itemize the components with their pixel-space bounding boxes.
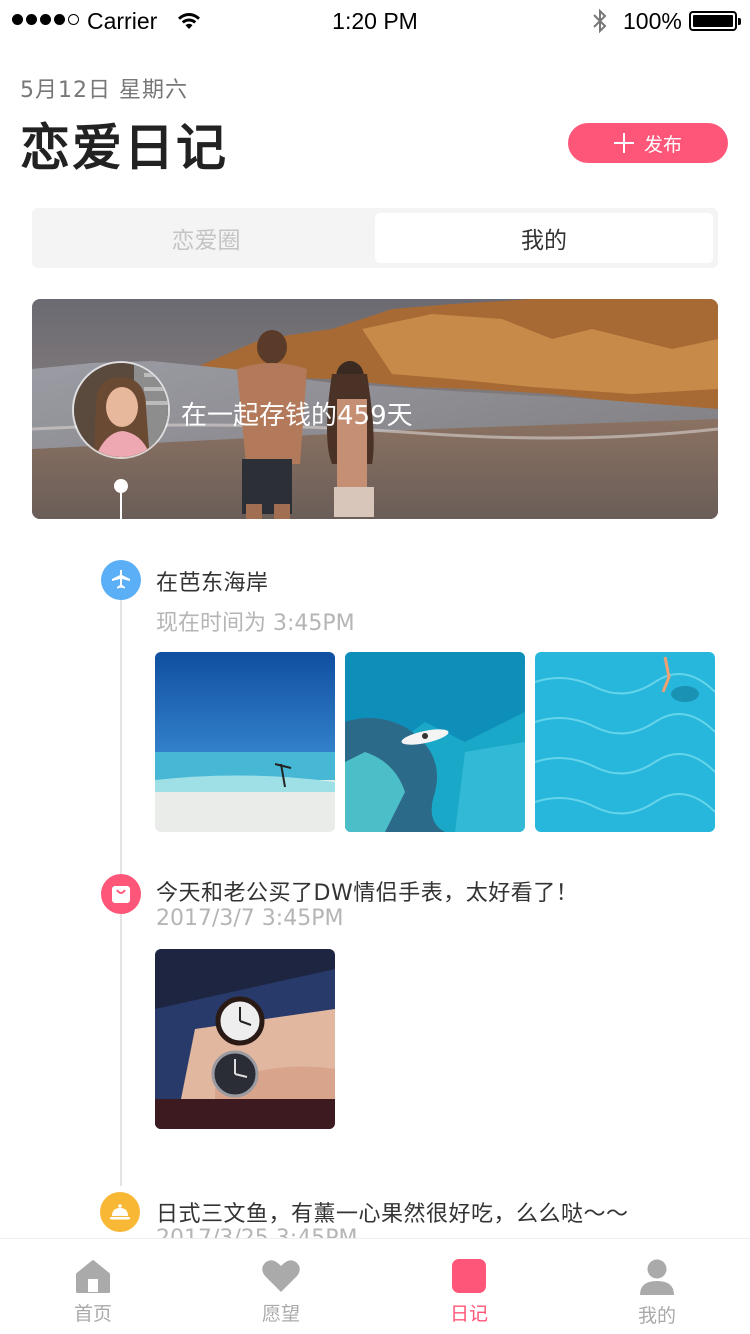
publish-button-label: 发布 <box>643 133 682 156</box>
tab-mine[interactable]: 我的 <box>587 1239 727 1334</box>
plus-icon <box>613 133 634 153</box>
entry-title[interactable]: 日式三文鱼，有薰一心果然很好吃，么么哒～～ <box>156 1196 629 1228</box>
heart-icon <box>262 1260 300 1292</box>
tab-home-label: 首页 <box>73 1303 112 1325</box>
airplane-icon <box>101 560 141 600</box>
user-icon <box>640 1259 674 1295</box>
tab-wish[interactable]: 愿望 <box>211 1239 351 1334</box>
pool-swimmer-photo[interactable] <box>535 652 715 832</box>
tab-wish-label: 愿望 <box>261 1303 300 1325</box>
tab-bar: 首页 愿望 日记 我的 <box>0 1238 750 1334</box>
watches-photo[interactable] <box>155 949 335 1129</box>
kayak-aerial-photo[interactable] <box>345 652 525 832</box>
entry-time: 2017/3/25 3:45PM <box>156 1226 357 1238</box>
tab-diary[interactable]: 日记 <box>399 1239 539 1334</box>
status-bar: Carrier 1:20 PM 100% <box>0 0 750 44</box>
tab-mine[interactable]: 我的 <box>375 213 713 263</box>
battery-icon <box>689 11 741 31</box>
beach-photo[interactable] <box>155 652 335 832</box>
date-label: 5月12日 星期六 <box>20 78 188 103</box>
tab-home[interactable]: 首页 <box>23 1239 163 1334</box>
avatar-photo <box>74 363 168 457</box>
together-days-text: 在一起存钱的459天 <box>181 401 413 431</box>
entry-title[interactable]: 今天和老公买了DW情侣手表，太好看了！ <box>156 875 578 907</box>
diary-icon <box>452 1259 486 1293</box>
segmented-control: 恋爱圈 我的 <box>32 208 718 268</box>
bluetooth-icon <box>593 8 607 34</box>
timeline-start-line <box>120 493 122 519</box>
entry-time: 现在时间为 3:45PM <box>156 611 355 636</box>
cover-banner[interactable]: 在一起存钱的459天 <box>32 299 718 519</box>
tab-diary-label: 日记 <box>449 1303 488 1325</box>
timeline-start-dot <box>114 479 128 493</box>
shopping-bag-icon <box>101 874 141 914</box>
entry-title[interactable]: 在芭东海岸 <box>156 565 269 597</box>
battery-percentage: 100% <box>623 8 682 34</box>
food-cloche-icon <box>100 1192 140 1232</box>
home-icon <box>76 1260 110 1293</box>
avatar[interactable] <box>72 361 170 459</box>
tab-love-circle[interactable]: 恋爱圈 <box>37 213 375 263</box>
publish-button[interactable]: 发布 <box>568 123 728 163</box>
entry-time: 2017/3/7 3:45PM <box>156 906 344 931</box>
tab-mine-label: 我的 <box>637 1305 676 1327</box>
page-title: 恋爱日记 <box>20 119 228 177</box>
